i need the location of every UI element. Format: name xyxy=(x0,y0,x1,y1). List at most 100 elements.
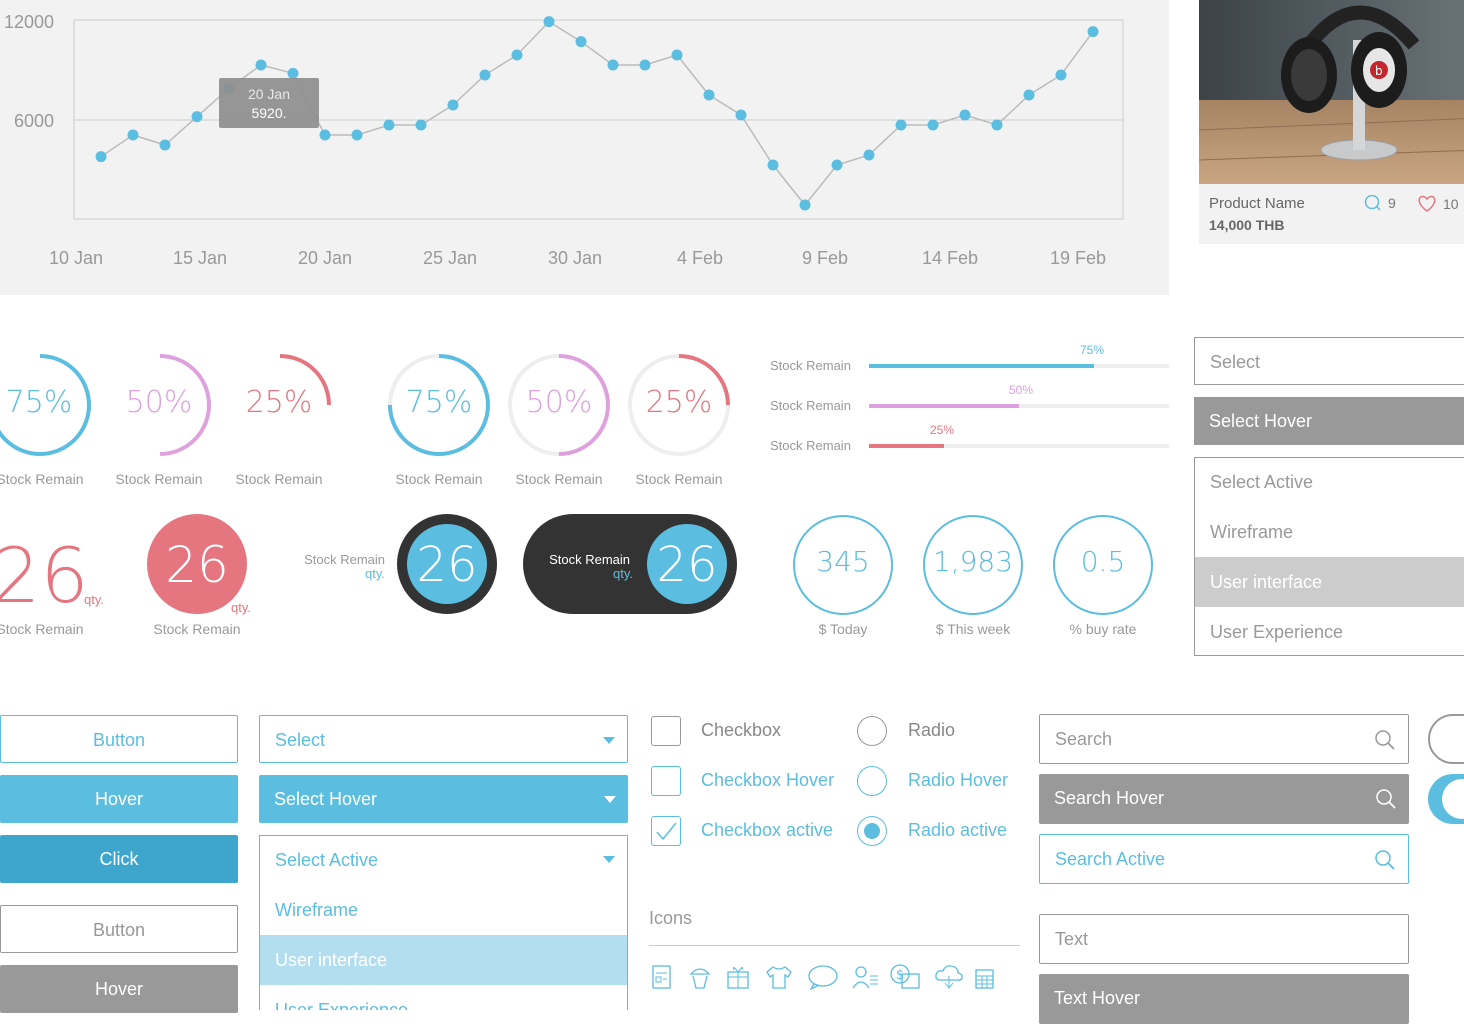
dropdown-option-selected[interactable]: User interface xyxy=(1195,557,1464,607)
tshirt-icon[interactable] xyxy=(764,964,794,990)
svg-text:b: b xyxy=(1375,64,1383,78)
radio[interactable] xyxy=(857,716,887,746)
data-point[interactable] xyxy=(991,119,1003,131)
text-input-hover[interactable]: Text Hover xyxy=(1039,974,1409,1024)
chevron-down-icon[interactable] xyxy=(603,737,615,744)
data-point[interactable] xyxy=(351,129,363,141)
like-count[interactable]: 10 xyxy=(1417,195,1459,213)
product-card[interactable]: b Product Name 14,000 THB 9 10 xyxy=(1199,0,1464,244)
data-point[interactable] xyxy=(639,59,651,71)
data-point[interactable] xyxy=(543,16,555,28)
dropdown-option[interactable]: Wireframe xyxy=(1195,507,1464,557)
cupcake-icon[interactable] xyxy=(688,964,712,990)
progress-bar xyxy=(869,444,1169,448)
ring-label: Stock Remain xyxy=(235,471,323,487)
select-field[interactable]: Select xyxy=(1194,337,1464,385)
data-point[interactable] xyxy=(927,119,939,131)
toggle-on[interactable] xyxy=(1428,774,1464,824)
chevron-down-icon[interactable] xyxy=(604,796,616,803)
data-point[interactable] xyxy=(191,111,203,123)
toggle-off[interactable] xyxy=(1428,714,1464,764)
data-point[interactable] xyxy=(511,49,523,61)
data-point[interactable] xyxy=(831,159,843,171)
select-blue-hover[interactable]: Select Hover xyxy=(259,775,628,823)
progress-bar-fill xyxy=(869,364,1094,368)
select-active[interactable]: Select Active xyxy=(260,836,627,884)
select-field-hover[interactable]: Select Hover xyxy=(1194,397,1464,445)
checkbox-hover[interactable] xyxy=(651,766,681,796)
data-point[interactable] xyxy=(671,49,683,61)
data-point[interactable] xyxy=(575,36,587,48)
data-point[interactable] xyxy=(895,119,907,131)
line-chart: 12000 6000 10 Jan 15 Jan 20 Jan 25 Jan 30 Ja… xyxy=(4,12,1124,268)
data-point[interactable] xyxy=(383,119,395,131)
divider xyxy=(649,945,1020,946)
stat-label: % buy rate xyxy=(1069,621,1137,637)
dropdown-option[interactable]: User Experience xyxy=(1195,607,1464,657)
data-point[interactable] xyxy=(415,119,427,131)
data-point[interactable] xyxy=(447,99,459,111)
x-tick-label: 20 Jan xyxy=(298,248,352,268)
button-gray[interactable]: Button xyxy=(0,905,238,953)
comment-count[interactable]: 9 xyxy=(1364,195,1396,211)
y-tick-label: 12000 xyxy=(4,12,54,32)
radio-hover[interactable] xyxy=(857,766,887,796)
gift-icon[interactable] xyxy=(726,964,750,990)
search-input-hover[interactable]: Search Hover xyxy=(1039,774,1409,824)
ring-value: 75% xyxy=(5,385,73,420)
ring-value: 50% xyxy=(525,385,593,420)
select-active[interactable]: Select Active xyxy=(1195,458,1464,506)
button-default[interactable]: Button xyxy=(0,715,238,763)
document-icon[interactable] xyxy=(651,964,673,990)
search-icon[interactable] xyxy=(1374,729,1396,751)
data-point[interactable] xyxy=(703,89,715,101)
data-point[interactable] xyxy=(319,129,331,141)
chevron-down-icon[interactable] xyxy=(603,856,615,863)
data-point[interactable] xyxy=(735,109,747,121)
data-point[interactable] xyxy=(287,67,299,79)
data-point[interactable] xyxy=(607,59,619,71)
data-point[interactable] xyxy=(1087,26,1099,38)
data-point[interactable] xyxy=(1055,69,1067,81)
dropdown-option-selected[interactable]: User interface xyxy=(260,935,627,985)
button-click[interactable]: Click xyxy=(0,835,238,883)
button-gray-hover[interactable]: Hover xyxy=(0,965,238,1013)
cloud-download-icon[interactable] xyxy=(934,964,964,990)
button-hover[interactable]: Hover xyxy=(0,775,238,823)
dropdown-option[interactable]: Wireframe xyxy=(260,885,627,935)
data-point[interactable] xyxy=(959,109,971,121)
data-point[interactable] xyxy=(255,59,267,71)
select-blue-open: Select Active Wireframe User interface U… xyxy=(259,835,628,1010)
search-input-active[interactable]: Search Active xyxy=(1039,834,1409,884)
radio-label: Radio Hover xyxy=(908,770,1009,790)
stat-value: 1,983 xyxy=(932,545,1014,578)
money-tag-icon[interactable]: $ xyxy=(888,962,922,990)
checkbox-checked[interactable] xyxy=(651,816,681,846)
like-count-value: 10 xyxy=(1443,196,1459,212)
checkbox[interactable] xyxy=(651,716,681,746)
calculator-icon[interactable] xyxy=(974,968,996,990)
data-point[interactable] xyxy=(767,159,779,171)
search-icon[interactable] xyxy=(1375,788,1397,810)
stat-label: $ This week xyxy=(935,621,1011,637)
user-list-icon[interactable] xyxy=(850,964,880,990)
speech-bubble-icon[interactable] xyxy=(806,964,840,990)
search-input[interactable]: Search xyxy=(1039,714,1409,764)
data-point[interactable] xyxy=(479,69,491,81)
data-point[interactable] xyxy=(799,199,811,211)
bar-label: Stock Remain xyxy=(770,358,851,373)
x-tick-label: 30 Jan xyxy=(548,248,602,268)
data-point[interactable] xyxy=(863,149,875,161)
radio-selected[interactable] xyxy=(857,816,887,846)
data-point[interactable] xyxy=(159,139,171,151)
select-blue[interactable]: Select xyxy=(259,715,628,763)
data-point[interactable] xyxy=(127,129,139,141)
product-name[interactable]: Product Name xyxy=(1209,195,1305,212)
x-tick-label: 10 Jan xyxy=(49,248,103,268)
text-input[interactable]: Text xyxy=(1039,914,1409,964)
data-point[interactable] xyxy=(1023,89,1035,101)
dropdown-option[interactable]: User Experience xyxy=(260,985,627,1010)
search-placeholder: Search xyxy=(1055,729,1113,749)
search-icon[interactable] xyxy=(1374,849,1396,871)
data-point[interactable] xyxy=(95,151,107,163)
